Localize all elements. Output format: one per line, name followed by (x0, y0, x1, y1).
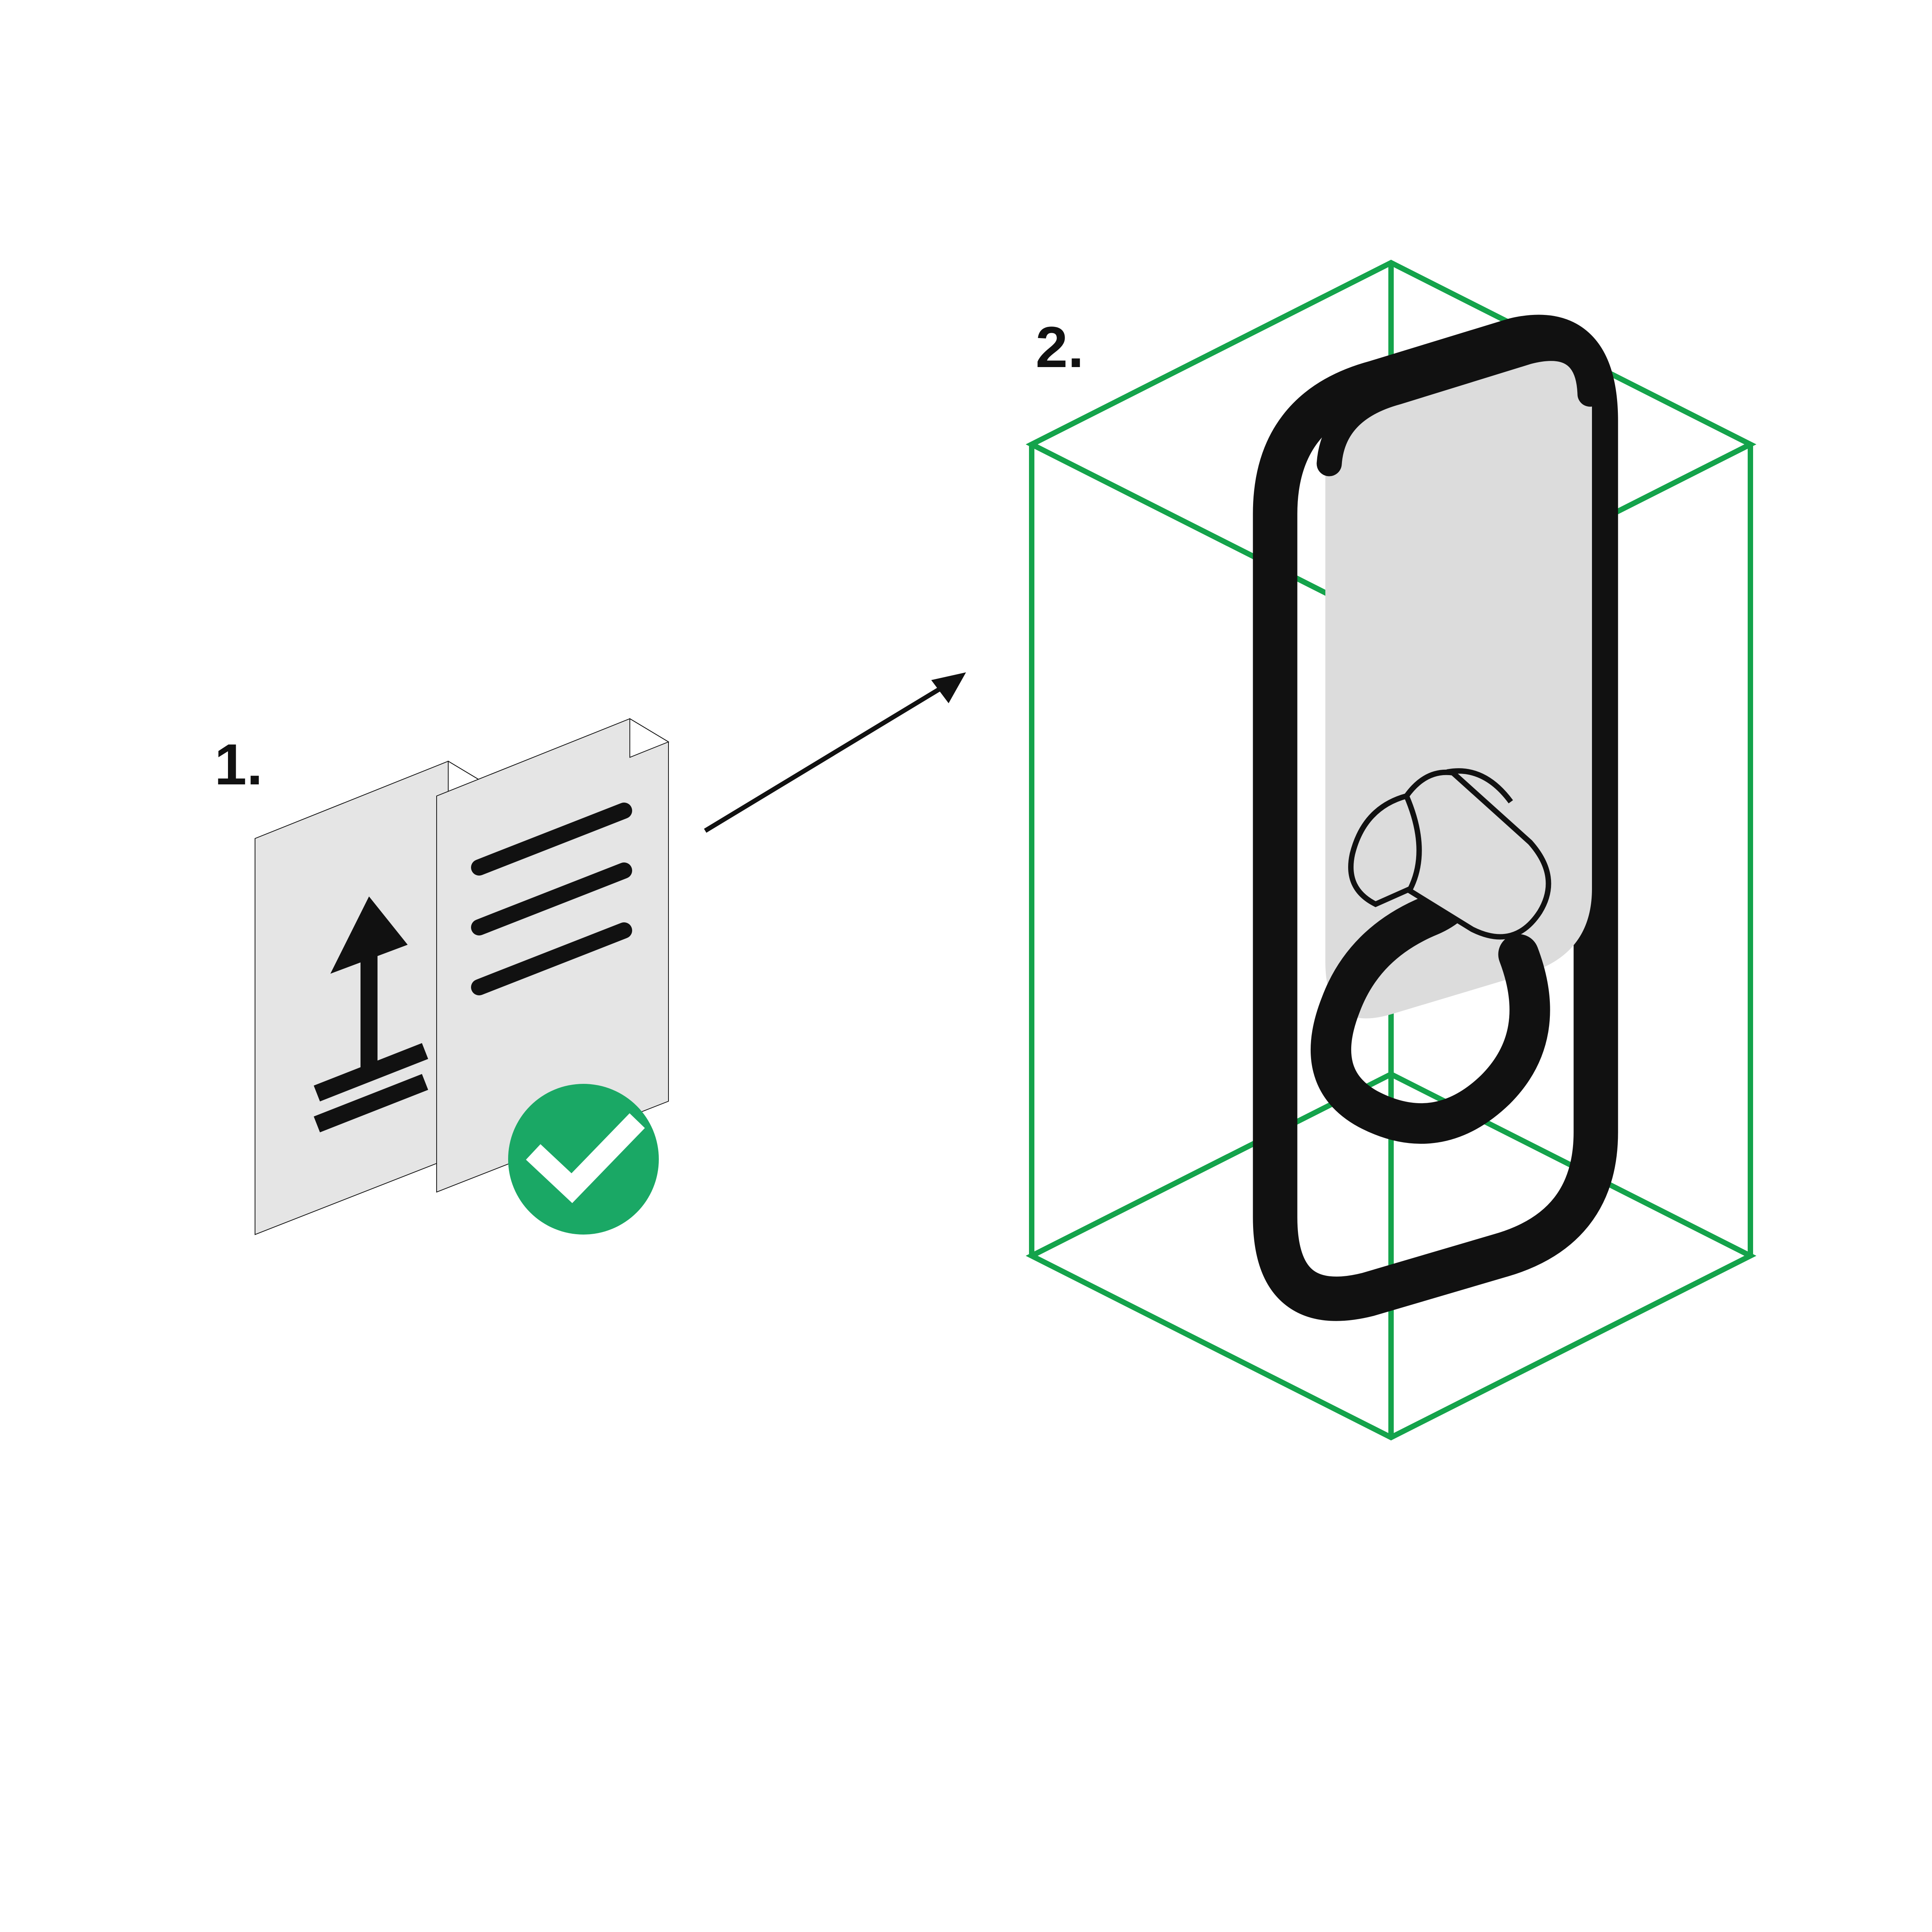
checkmark-badge (508, 1084, 659, 1235)
step-2-group: 2. (1032, 263, 1750, 1437)
diagram-root: 1. (0, 0, 1932, 1932)
arrow-icon (931, 672, 966, 703)
step-2-label: 2. (1036, 315, 1084, 379)
arrow-connector (705, 672, 966, 831)
step-1-group: 1. (214, 719, 668, 1235)
step-1-label: 1. (214, 732, 263, 797)
